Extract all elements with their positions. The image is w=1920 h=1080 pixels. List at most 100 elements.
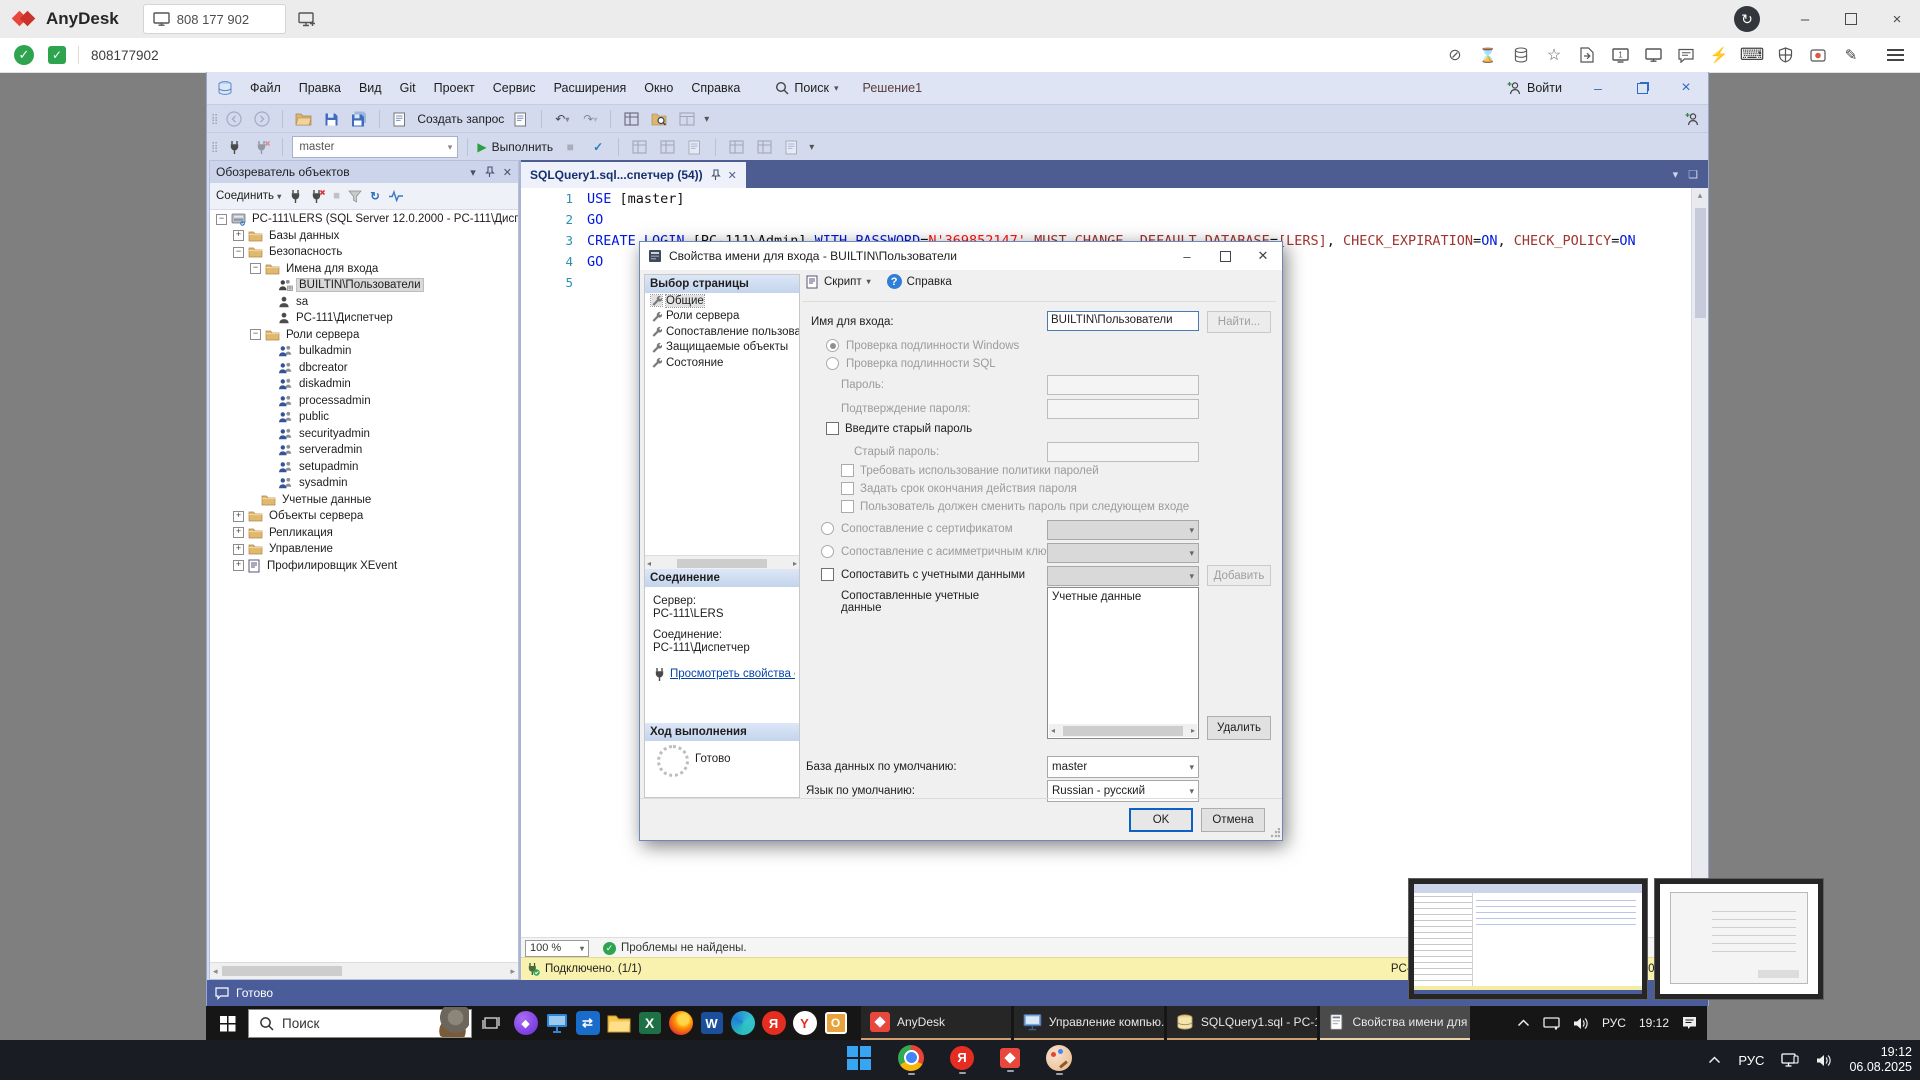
windows-auth-radio[interactable] (826, 339, 839, 352)
expander-icon[interactable]: + (233, 527, 244, 539)
task-view-button[interactable] (472, 1015, 510, 1031)
asym-key-radio[interactable] (821, 545, 834, 558)
tree-item[interactable]: sysadmin (210, 475, 518, 492)
find-button[interactable]: Найти... (1207, 311, 1271, 333)
host-pinned-yandex[interactable]: Я (950, 1045, 974, 1075)
indent-icon[interactable] (781, 136, 803, 158)
new-query-button[interactable]: Создать запрос (417, 112, 504, 126)
object-explorer-titlebar[interactable]: Обозреватель объектов ▾ ✕ (210, 161, 518, 183)
undo-icon[interactable]: ↶ ▾ (551, 108, 573, 130)
object-explorer-hscrollbar[interactable]: ◂ ▸ (210, 962, 518, 979)
tree-item[interactable]: public (210, 409, 518, 426)
monitor-one-icon[interactable]: 1 (1610, 45, 1630, 65)
disconnect-icon[interactable] (251, 136, 273, 158)
host-hidden-icons-button[interactable] (1708, 1056, 1721, 1064)
old-password-input[interactable] (1047, 442, 1199, 462)
connect-dropdown[interactable]: Соединить ▾ (216, 190, 281, 202)
volume-icon[interactable] (1573, 1017, 1589, 1030)
expander-icon[interactable]: + (233, 230, 244, 242)
pinned-app-alice[interactable]: ◆ (510, 1006, 541, 1040)
dialog-titlebar[interactable]: Свойства имени для входа - BUILTIN\Польз… (640, 242, 1282, 270)
favorites-icon[interactable]: ☆ (1544, 45, 1564, 65)
privacy-icon[interactable]: ⊘ (1445, 45, 1465, 65)
remove-button[interactable]: Удалить (1207, 716, 1271, 740)
preview-dialog[interactable] (1654, 878, 1824, 1000)
panel-menu-icon[interactable]: ▾ (470, 166, 476, 179)
tree-item[interactable]: securityadmin (210, 426, 518, 443)
tree-item[interactable]: + Объекты сервера (210, 508, 518, 525)
cert-combobox[interactable]: ▾ (1047, 520, 1199, 540)
pinned-app-display[interactable] (541, 1006, 572, 1040)
add-button[interactable]: Добавить (1207, 565, 1271, 586)
dialog-page-2[interactable]: Сопоставление пользователе (645, 324, 799, 340)
tree-item[interactable]: serveradmin (210, 442, 518, 459)
menu-item-8[interactable]: Справка (682, 72, 749, 104)
sql-auth-radio[interactable] (826, 357, 839, 370)
help-button[interactable]: ? Справка (886, 274, 952, 289)
menu-item-2[interactable]: Вид (350, 72, 391, 104)
tree-item[interactable]: − Роли сервера (210, 327, 518, 344)
oe-stop-icon[interactable]: ■ (333, 190, 340, 202)
menu-item-7[interactable]: Окно (635, 72, 682, 104)
execute-button[interactable]: ▶ Выполнить (477, 140, 553, 154)
menu-item-5[interactable]: Сервис (484, 72, 545, 104)
taskbar-app-ssms[interactable]: SQLQuery1.sql - PC-1... (1167, 1006, 1317, 1040)
dialog-page-4[interactable]: Состояние (645, 355, 799, 371)
remote-search-input[interactable]: Поиск (248, 1006, 472, 1038)
tree-item[interactable]: + Базы данных (210, 228, 518, 245)
session-time-icon[interactable]: ⌛ (1478, 45, 1498, 65)
new-session-button[interactable] (298, 11, 316, 27)
window-layout-icon[interactable] (676, 108, 698, 130)
confirm-password-input[interactable] (1047, 399, 1199, 419)
dialog-close-button[interactable]: ✕ (1244, 242, 1282, 270)
dialog-page-1[interactable]: Роли сервера (645, 309, 799, 325)
policy-checkbox[interactable] (841, 464, 854, 477)
expiration-checkbox[interactable] (841, 482, 854, 495)
mapped-credentials-list[interactable]: Учетные данные ◂ ▸ (1047, 587, 1199, 739)
view-connection-properties-link[interactable]: Просмотреть свойства соед (653, 667, 795, 681)
connect-icon[interactable] (223, 136, 245, 158)
script-button[interactable]: Скрипт ▾ (806, 275, 871, 289)
tree-item[interactable]: dbcreator (210, 360, 518, 377)
tree-item[interactable]: − Имена для входа (210, 261, 518, 278)
update-button[interactable]: ↻ (1734, 6, 1760, 32)
credential-combobox[interactable]: ▾ (1047, 566, 1199, 586)
pinned-app-outlook[interactable]: O (820, 1006, 851, 1040)
menu-item-0[interactable]: Файл (241, 72, 290, 104)
comment-icon[interactable] (725, 136, 747, 158)
tree-item[interactable]: − PC-111\LERS (SQL Server 12.0.2000 - PC-… (210, 211, 518, 228)
results-grid-icon[interactable] (628, 136, 650, 158)
host-pinned-paint[interactable] (1046, 1044, 1072, 1076)
minimize-button[interactable]: – (1782, 0, 1828, 38)
tree-item[interactable]: PC-111\Диспетчер (210, 310, 518, 327)
menu-item-3[interactable]: Git (391, 72, 425, 104)
ok-button[interactable]: OK (1129, 808, 1193, 832)
dialog-page-3[interactable]: Защищаемые объекты (645, 340, 799, 356)
session-tab[interactable]: 808 177 902 (142, 4, 286, 34)
expander-icon[interactable]: + (233, 510, 244, 522)
pinned-app-edge[interactable] (727, 1006, 758, 1040)
tree-item[interactable]: + Управление (210, 541, 518, 558)
list-hscrollbar[interactable]: ◂ ▸ (1049, 724, 1197, 737)
dialog-maximize-button[interactable] (1206, 242, 1244, 270)
taskbar-app-mmc[interactable]: Управление компью... (1014, 1006, 1164, 1040)
zoom-selector[interactable]: 100 % ▾ (525, 939, 589, 957)
ssms-restore-button[interactable] (1620, 72, 1664, 104)
refresh-icon[interactable]: ↻ (370, 189, 380, 203)
open-file-icon[interactable] (292, 108, 314, 130)
taskbar-app-anydesk[interactable]: AnyDesk (861, 1006, 1011, 1040)
expander-icon[interactable]: − (250, 263, 261, 275)
tree-item[interactable]: bulkadmin (210, 343, 518, 360)
tree-item[interactable]: diskadmin (210, 376, 518, 393)
credential-checkbox[interactable] (821, 568, 834, 581)
tree-item[interactable]: + Репликация (210, 525, 518, 542)
taskbar-app-winprops[interactable]: Свойства имени для ... (1320, 1006, 1470, 1040)
feedback-icon[interactable] (1685, 112, 1700, 126)
vscrollbar-thumb[interactable] (1695, 208, 1706, 318)
tree-item[interactable]: Учетные данные (210, 492, 518, 509)
save-all-icon[interactable] (348, 108, 370, 130)
cast-icon[interactable] (1543, 1016, 1560, 1030)
filter-icon[interactable] (348, 190, 362, 203)
database-combobox[interactable]: master ▾ (292, 136, 459, 158)
save-icon[interactable] (320, 108, 342, 130)
